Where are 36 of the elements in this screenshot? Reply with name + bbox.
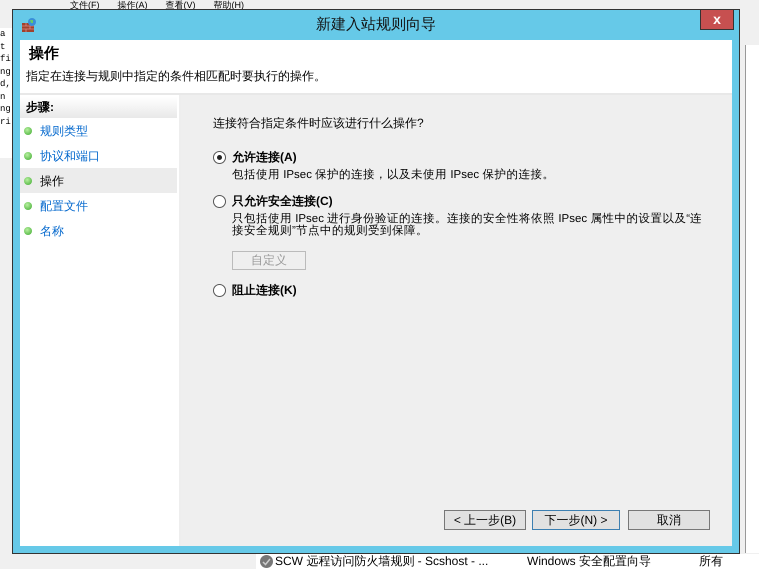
text-fragment: n (0, 90, 6, 103)
rule-name: SCW 远程访问防火墙规则 - Scshost - ... (275, 554, 490, 569)
wizard-button[interactable]: 取消 (628, 510, 710, 530)
radio-button[interactable] (213, 194, 226, 208)
close-button[interactable]: x (700, 9, 734, 30)
rule-profile: 所有 (699, 554, 723, 569)
text-fragment: ng (0, 103, 12, 116)
step-item[interactable]: 操作 (20, 168, 177, 193)
text-fragment: t (0, 40, 6, 53)
check-icon (260, 555, 273, 568)
option-description: 包括使用 IPsec 保护的连接，以及未使用 IPsec 保护的连接。 (232, 169, 556, 181)
text-fragment: fi (0, 53, 12, 66)
text-fragment: ng (0, 66, 12, 78)
firewall-icon (21, 17, 37, 33)
wizard-button[interactable]: < 上一步(B) (444, 510, 526, 530)
question-text: 连接符合指定条件时应该进行什么操作? (213, 115, 425, 131)
rule-group: Windows 安全配置向导 (527, 554, 697, 569)
text-fragment: a (0, 28, 6, 40)
text-fragment: d, (0, 78, 12, 90)
radio-button[interactable] (213, 150, 226, 164)
step-item[interactable]: 配置文件 (20, 193, 177, 218)
step-item[interactable]: 规则类型 (20, 118, 177, 143)
text-fragment: ri (0, 116, 12, 128)
page-subtitle: 指定在连接与规则中指定的条件相匹配时要执行的操作。 (26, 68, 327, 85)
wizard-button[interactable]: 下一步(N) > (532, 510, 620, 530)
window-title: 新建入站规则向导 (316, 14, 436, 35)
steps-title: 步骤: (20, 96, 177, 118)
list-row[interactable]: SCW 远程访问防火墙规则 - Scshost - ... Windows 安全配置向导 所有 (256, 554, 759, 569)
step-item[interactable]: 名称 (20, 218, 177, 243)
radio-option[interactable]: 阻止连接(K) (213, 282, 712, 298)
radio-option[interactable]: 允许连接(A) (213, 149, 712, 165)
radio-option[interactable]: 只允许安全连接(C) (213, 193, 712, 209)
step-item[interactable]: 协议和端口 (20, 143, 177, 168)
option-description: 只包括使用 IPsec 进行身份验证的连接。连接的安全性将依照 IPsec 属性中的设置以及“连接安全规则”节点中的规则受到保障。 (232, 213, 704, 237)
radio-button[interactable] (213, 284, 226, 296)
page-title: 操作 (28, 44, 60, 64)
